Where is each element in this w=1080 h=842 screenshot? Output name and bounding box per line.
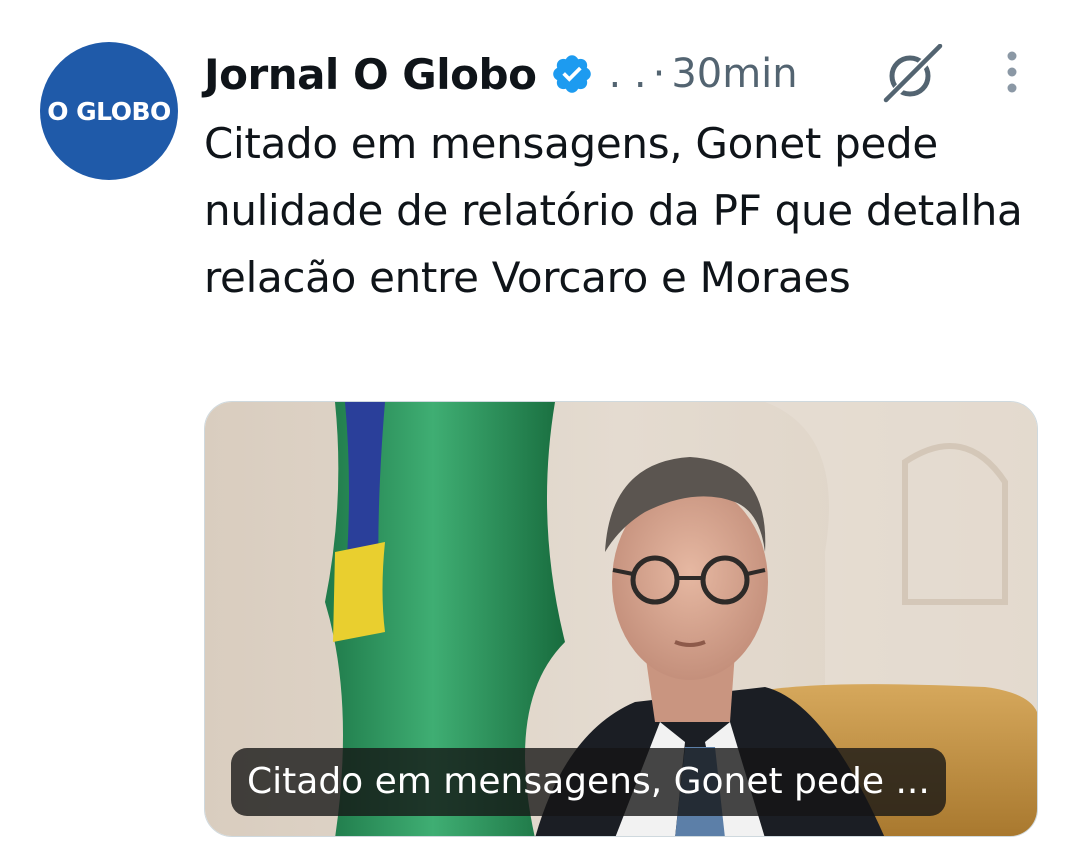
media-card[interactable]: Citado em mensagens, Gonet pede ... <box>204 401 1038 837</box>
grok-icon[interactable] <box>880 44 944 104</box>
separator-dot: · <box>652 51 666 97</box>
tweet-time[interactable]: 30min <box>671 51 797 97</box>
tweet-header: Jornal O Globo . . · 30min <box>204 42 798 106</box>
more-vertical-icon[interactable] <box>998 48 1026 100</box>
author-name[interactable]: Jornal O Globo <box>204 50 537 99</box>
tweet[interactable]: O GLOBO Jornal O Globo . . · 30min Citad… <box>0 0 1080 842</box>
author-handle[interactable]: . . <box>608 51 646 97</box>
verified-badge-icon <box>553 55 592 93</box>
avatar-logo-text: O GLOBO <box>47 96 171 126</box>
tweet-text: Citado em mensagens, Gonet pede nulidade… <box>204 119 1023 302</box>
avatar[interactable]: O GLOBO <box>40 42 178 180</box>
media-caption: Citado em mensagens, Gonet pede ... <box>231 748 946 816</box>
